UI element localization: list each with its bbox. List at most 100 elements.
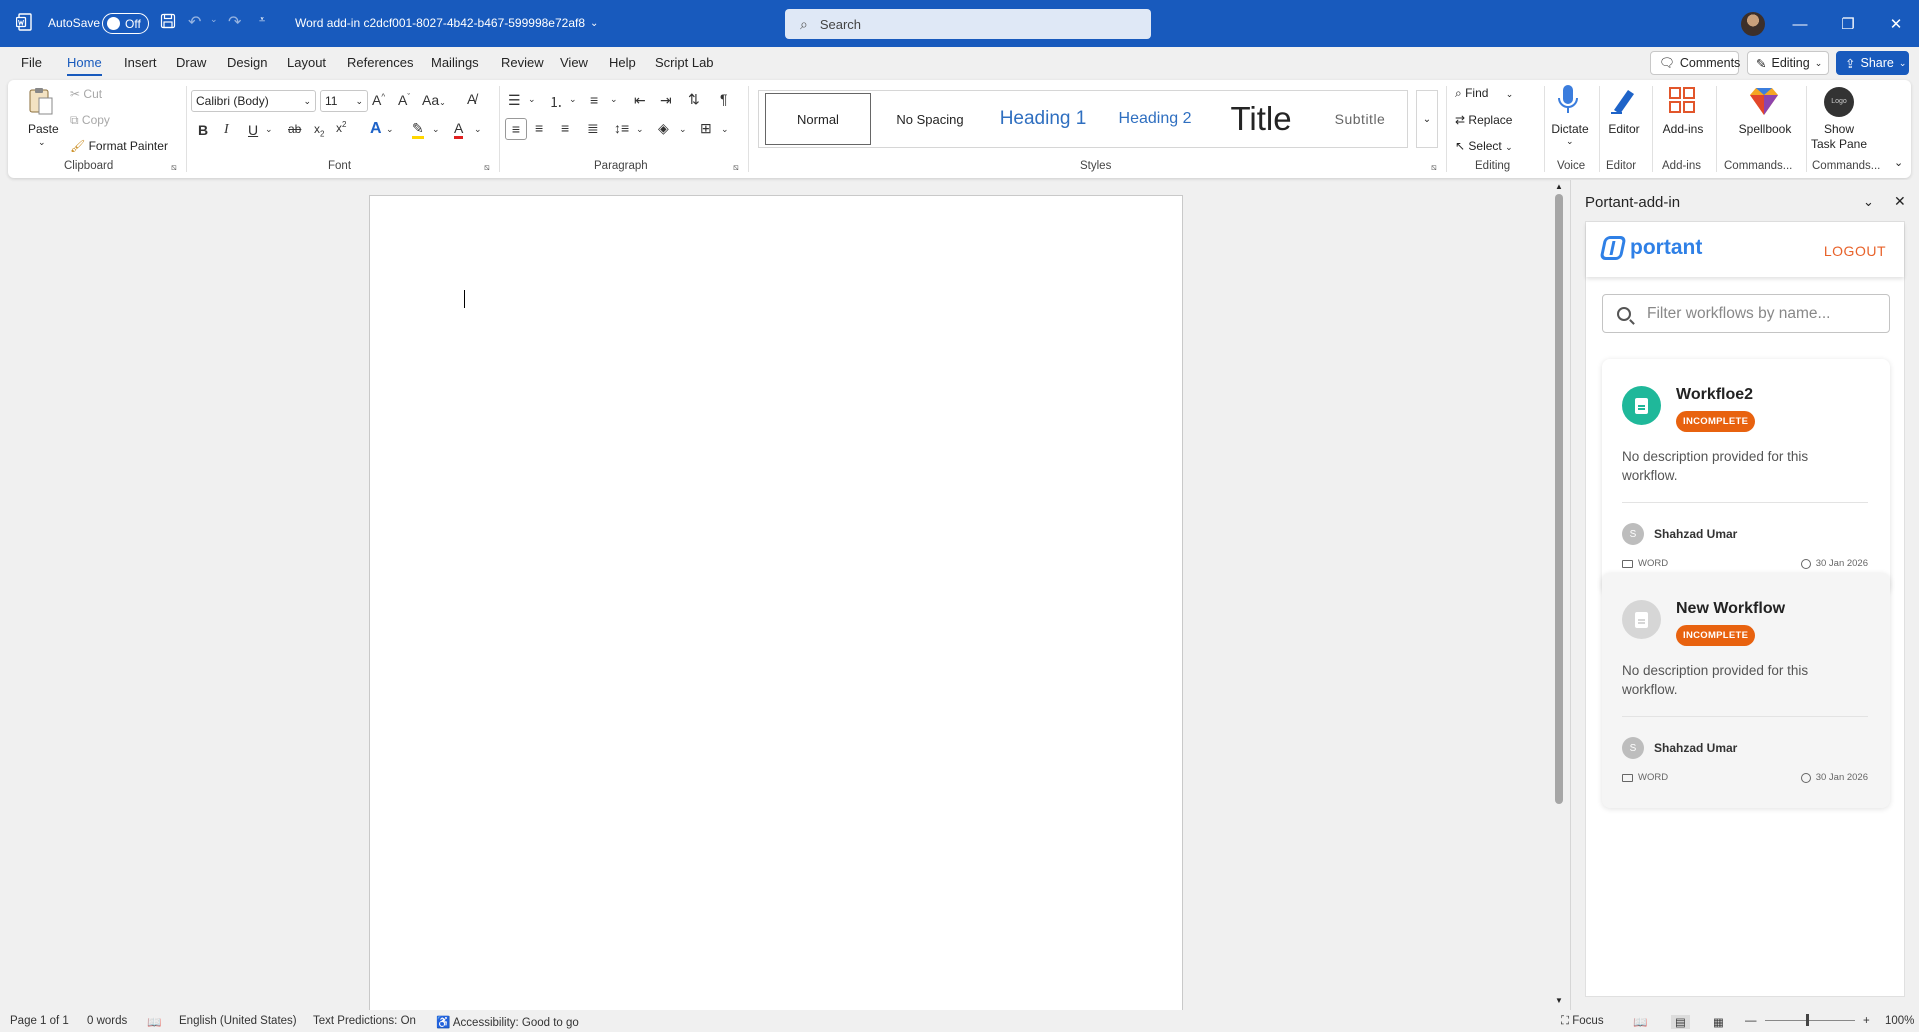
restore-icon[interactable]: ❐ xyxy=(1833,10,1863,38)
chevron-down-icon[interactable]: ⌄ xyxy=(474,124,482,135)
scroll-up-icon[interactable]: ▲ xyxy=(1555,182,1563,191)
microphone-icon[interactable] xyxy=(1557,84,1579,119)
dialog-launcher-icon[interactable]: ⧅ xyxy=(171,162,177,173)
dialog-launcher-icon[interactable]: ⧅ xyxy=(484,162,490,173)
avatar[interactable] xyxy=(1741,12,1765,36)
autosave-toggle[interactable]: Off xyxy=(102,13,149,34)
close-icon[interactable]: ✕ xyxy=(1894,193,1906,210)
align-left-icon[interactable]: ≡ xyxy=(505,118,527,140)
paste-button[interactable]: Paste xyxy=(28,122,59,136)
borders-icon[interactable]: ⊞ xyxy=(700,120,712,137)
style-no-spacing[interactable]: No Spacing xyxy=(877,91,983,147)
superscript-icon[interactable]: x2 xyxy=(336,120,346,135)
spellbook-gem-icon[interactable] xyxy=(1748,85,1780,120)
customize-qat-icon[interactable]: ⩡ xyxy=(259,14,265,27)
italic-icon[interactable]: I xyxy=(224,122,229,138)
tab-home[interactable]: Home xyxy=(67,55,102,76)
multilevel-list-icon[interactable]: ≡ xyxy=(590,92,598,108)
chevron-down-icon[interactable]: ⌄ xyxy=(679,124,687,135)
chevron-down-icon[interactable]: ⌄ xyxy=(1863,194,1874,210)
bold-icon[interactable]: B xyxy=(198,122,208,138)
style-title[interactable]: Title xyxy=(1211,91,1311,147)
vertical-scrollbar[interactable]: ▲ ▼ xyxy=(1551,182,1567,1008)
workflow-card[interactable]: New Workflow INCOMPLETE No description p… xyxy=(1602,573,1890,808)
tab-help[interactable]: Help xyxy=(609,55,636,70)
focus-button[interactable]: ⛶ Focus xyxy=(1561,1015,1604,1028)
numbering-icon[interactable]: ⒈ xyxy=(549,92,563,112)
filter-workflows-input[interactable]: Filter workflows by name... xyxy=(1602,294,1890,333)
subscript-icon[interactable]: x2 xyxy=(314,122,324,138)
read-mode-icon[interactable]: 📖 xyxy=(1633,1015,1647,1029)
font-family-select[interactable]: Calibri (Body) ⌄ xyxy=(191,90,316,112)
word-count[interactable]: 0 words xyxy=(87,1015,127,1027)
find-button[interactable]: ⌕ Find ⌄ xyxy=(1455,86,1513,101)
undo-dropdown-icon[interactable]: ⌄ xyxy=(210,14,218,25)
chevron-down-icon[interactable]: ⌄ xyxy=(636,124,644,135)
text-predictions[interactable]: Text Predictions: On xyxy=(313,1015,416,1027)
align-center-icon[interactable]: ≡ xyxy=(535,120,543,136)
tab-mailings[interactable]: Mailings xyxy=(431,55,479,70)
highlight-icon[interactable]: ✎ xyxy=(412,120,424,139)
scroll-down-icon[interactable]: ▼ xyxy=(1555,996,1563,1005)
redo-icon[interactable]: ↷ xyxy=(228,12,241,32)
logo-icon[interactable]: Logo xyxy=(1824,87,1854,117)
chevron-down-icon[interactable]: ⌄ xyxy=(38,137,46,148)
clear-formatting-icon[interactable]: A̸ xyxy=(467,91,476,107)
zoom-slider-thumb[interactable] xyxy=(1806,1014,1809,1026)
chevron-down-icon[interactable]: ⌄ xyxy=(569,94,577,105)
search-box[interactable]: ⌕ Search xyxy=(785,9,1151,39)
style-subtitle[interactable]: Subtitle xyxy=(1315,91,1405,147)
grow-font-icon[interactable]: A^ xyxy=(372,92,385,108)
line-spacing-icon[interactable]: ↕≡ xyxy=(614,120,629,136)
zoom-slider[interactable] xyxy=(1765,1020,1855,1021)
shrink-font-icon[interactable]: Aˇ xyxy=(398,92,410,108)
increase-indent-icon[interactable]: ⇥ xyxy=(660,92,672,109)
add-ins-button[interactable]: Add-ins xyxy=(1658,122,1708,136)
change-case-icon[interactable]: Aa⌄ xyxy=(422,92,446,108)
tab-draw[interactable]: Draw xyxy=(176,55,206,70)
style-heading-2[interactable]: Heading 2 xyxy=(1103,91,1207,147)
close-window-icon[interactable]: ✕ xyxy=(1881,10,1911,38)
paste-icon[interactable] xyxy=(28,86,54,116)
show-marks-icon[interactable]: ¶ xyxy=(720,91,728,107)
page-count[interactable]: Page 1 of 1 xyxy=(10,1015,69,1027)
minimize-icon[interactable]: — xyxy=(1785,10,1815,38)
dialog-launcher-icon[interactable]: ⧅ xyxy=(733,162,739,173)
logout-button[interactable]: LOGOUT xyxy=(1824,243,1886,259)
tab-review[interactable]: Review xyxy=(501,55,544,70)
language[interactable]: English (United States) xyxy=(179,1015,297,1027)
document-page[interactable] xyxy=(369,195,1183,1015)
chevron-down-icon[interactable]: ⌄ xyxy=(528,94,536,105)
strikethrough-icon[interactable]: ab xyxy=(288,122,301,136)
bullets-icon[interactable]: ☰ xyxy=(508,92,521,109)
font-size-select[interactable]: 11 ⌄ xyxy=(320,90,368,112)
document-title[interactable]: Word add-in c2dcf001-8027-4b42-b467-5999… xyxy=(295,16,598,30)
undo-icon[interactable]: ↶ xyxy=(188,12,201,32)
text-effects-icon[interactable]: A xyxy=(370,120,382,138)
select-button[interactable]: ↖ Select ⌄ xyxy=(1455,139,1513,153)
copy-button[interactable]: ⧉ Copy xyxy=(70,113,110,128)
show-task-pane-button[interactable]: Show Task Pane xyxy=(1808,122,1870,152)
comments-button[interactable]: 🗨 Comments xyxy=(1650,51,1740,75)
tab-references[interactable]: References xyxy=(347,55,413,70)
decrease-indent-icon[interactable]: ⇤ xyxy=(634,92,646,109)
scrollbar-thumb[interactable] xyxy=(1555,194,1563,804)
chevron-down-icon[interactable]: ⌄ xyxy=(721,124,729,135)
replace-button[interactable]: ⇄ Replace xyxy=(1455,113,1512,127)
word-app-icon[interactable] xyxy=(16,13,32,31)
workflow-card[interactable]: Workfloe2 INCOMPLETE No description prov… xyxy=(1602,359,1890,594)
tab-view[interactable]: View xyxy=(560,55,588,70)
tab-design[interactable]: Design xyxy=(227,55,267,70)
underline-icon[interactable]: U xyxy=(248,122,258,138)
tab-insert[interactable]: Insert xyxy=(124,55,157,70)
share-button[interactable]: ⇪ Share ⌄ xyxy=(1836,51,1909,75)
zoom-out-icon[interactable]: — xyxy=(1745,1015,1757,1027)
editing-mode-button[interactable]: ✎ Editing ⌄ xyxy=(1747,51,1829,75)
format-painter-button[interactable]: 🖌 Format Painter xyxy=(70,139,168,153)
add-ins-grid-icon[interactable] xyxy=(1668,86,1696,117)
tab-layout[interactable]: Layout xyxy=(287,55,326,70)
chevron-down-icon[interactable]: ⌄ xyxy=(1566,136,1574,147)
print-layout-icon[interactable]: ▤ xyxy=(1671,1015,1690,1029)
zoom-in-icon[interactable]: + xyxy=(1863,1015,1870,1027)
dialog-launcher-icon[interactable]: ⧅ xyxy=(1431,162,1437,173)
